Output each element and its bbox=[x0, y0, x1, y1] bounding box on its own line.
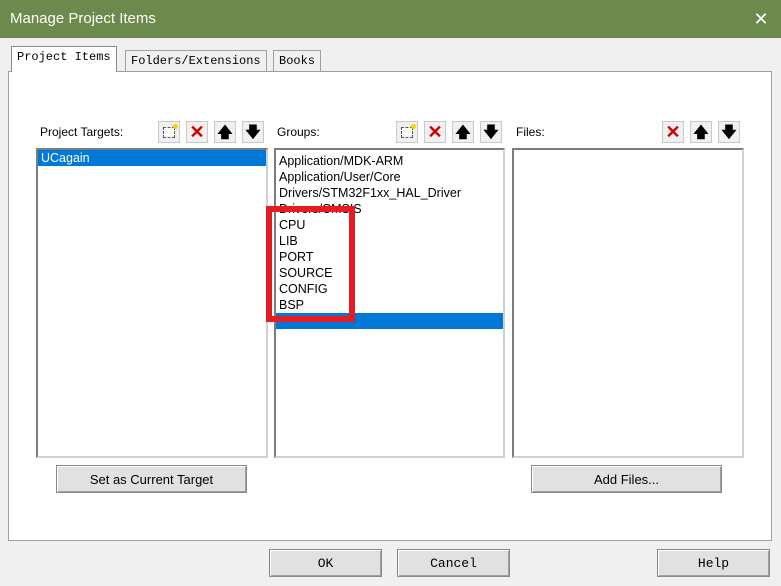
move-file-down-button[interactable]: 🡇 bbox=[718, 121, 740, 143]
ok-button[interactable]: OK bbox=[269, 549, 382, 577]
move-down-icon: 🡇 bbox=[245, 123, 261, 141]
move-up-icon: 🡅 bbox=[455, 123, 471, 141]
new-item-icon bbox=[401, 123, 416, 138]
list-item[interactable]: SOURCE bbox=[276, 265, 503, 281]
title-bar: Manage Project Items ✕ bbox=[0, 0, 781, 38]
add-files-button[interactable]: Add Files... bbox=[531, 465, 722, 493]
move-target-down-button[interactable]: 🡇 bbox=[242, 121, 264, 143]
delete-x-icon: ✕ bbox=[427, 122, 443, 142]
list-item[interactable]: Application/MDK-ARM bbox=[276, 153, 503, 169]
delete-x-icon: ✕ bbox=[189, 122, 205, 142]
list-item[interactable]: CPU bbox=[276, 217, 503, 233]
list-item[interactable]: Drivers/STM32F1xx_HAL_Driver bbox=[276, 185, 503, 201]
project-targets-label: Project Targets: bbox=[40, 125, 124, 139]
list-item[interactable]: BSP bbox=[276, 297, 503, 313]
tab-project-items[interactable]: Project Items bbox=[11, 46, 117, 72]
move-group-down-button[interactable]: 🡇 bbox=[480, 121, 502, 143]
help-button[interactable]: Help bbox=[657, 549, 770, 577]
list-item-editing[interactable] bbox=[276, 313, 503, 329]
window-title: Manage Project Items bbox=[10, 10, 156, 27]
new-target-button[interactable] bbox=[158, 121, 180, 143]
list-item[interactable]: UCagain bbox=[38, 150, 266, 166]
move-target-up-button[interactable]: 🡅 bbox=[214, 121, 236, 143]
list-item[interactable]: CONFIG bbox=[276, 281, 503, 297]
set-current-target-button[interactable]: Set as Current Target bbox=[56, 465, 247, 493]
groups-label: Groups: bbox=[277, 125, 320, 139]
move-up-icon: 🡅 bbox=[217, 123, 233, 141]
files-label: Files: bbox=[516, 125, 545, 139]
move-down-icon: 🡇 bbox=[721, 123, 737, 141]
new-group-button[interactable] bbox=[396, 121, 418, 143]
tab-books[interactable]: Books bbox=[273, 50, 322, 72]
files-list[interactable] bbox=[512, 148, 744, 458]
delete-file-button[interactable]: ✕ bbox=[662, 121, 684, 143]
list-item[interactable]: PORT bbox=[276, 249, 503, 265]
delete-target-button[interactable]: ✕ bbox=[186, 121, 208, 143]
move-file-up-button[interactable]: 🡅 bbox=[690, 121, 712, 143]
new-item-icon bbox=[163, 123, 178, 138]
delete-x-icon: ✕ bbox=[665, 122, 681, 142]
cancel-button[interactable]: Cancel bbox=[397, 549, 510, 577]
list-item[interactable]: Application/User/Core bbox=[276, 169, 503, 185]
move-down-icon: 🡇 bbox=[483, 123, 499, 141]
move-up-icon: 🡅 bbox=[693, 123, 709, 141]
tab-folders-extensions[interactable]: Folders/Extensions bbox=[125, 50, 267, 72]
project-targets-list[interactable]: UCagain bbox=[36, 148, 268, 458]
list-item[interactable]: LIB bbox=[276, 233, 503, 249]
groups-list[interactable]: Application/MDK-ARM Application/User/Cor… bbox=[274, 148, 505, 458]
close-icon[interactable]: ✕ bbox=[751, 9, 771, 29]
list-item[interactable]: Drivers/CMSIS bbox=[276, 201, 503, 217]
delete-group-button[interactable]: ✕ bbox=[424, 121, 446, 143]
move-group-up-button[interactable]: 🡅 bbox=[452, 121, 474, 143]
